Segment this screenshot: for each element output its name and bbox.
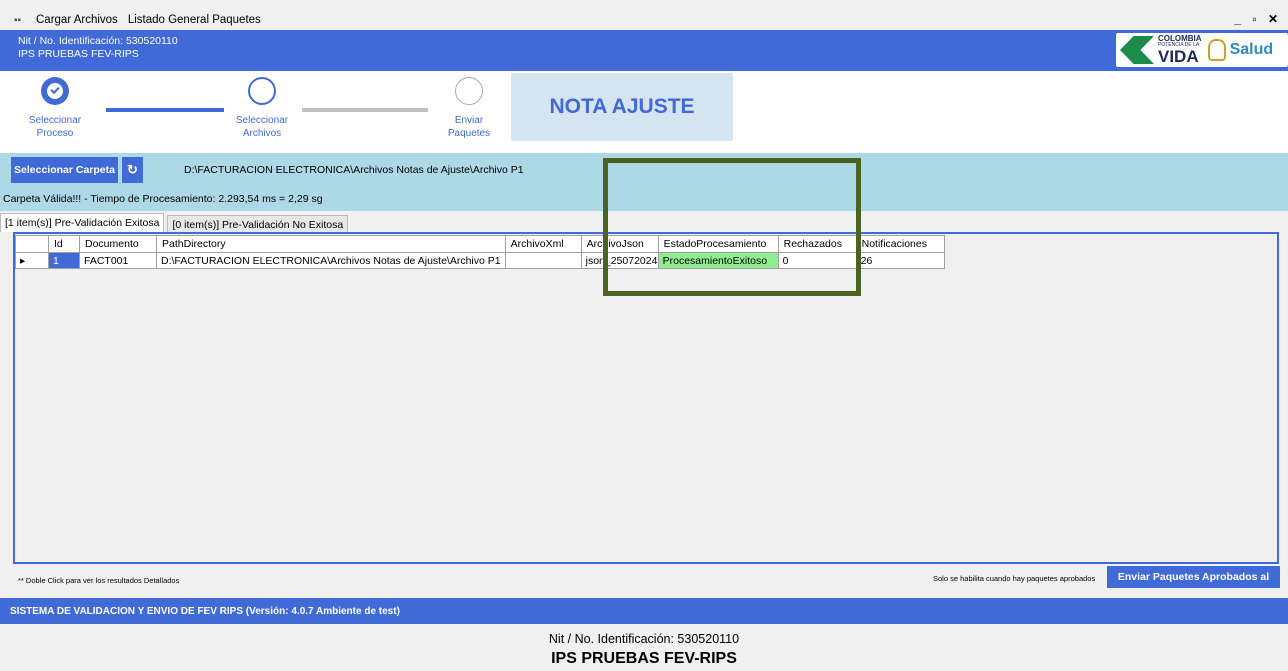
step-progress-bar-1 [106, 108, 224, 112]
cell-json[interactable]: json_25072024.json [580, 252, 659, 269]
cell-rechazados[interactable]: 0 [777, 252, 857, 269]
column-header-estado[interactable]: EstadoProcesamiento [657, 235, 779, 253]
folder-selection-panel: Seleccionar Carpeta ↻ D:\FACTURACION ELE… [0, 153, 1288, 211]
select-folder-button[interactable]: Seleccionar Carpeta [11, 157, 118, 183]
step-done-check-icon[interactable] [41, 77, 69, 105]
folder-status: Carpeta Válida!!! - Tiempo de Procesamie… [3, 193, 323, 205]
row-pointer-icon[interactable]: ▸ [15, 252, 49, 269]
double-click-hint: ** Doble Click para ver los resultados D… [18, 576, 180, 585]
grip-icon: ▪▪ [14, 14, 22, 26]
table-header-row: Id Documento PathDirectory ArchivoXml Ar… [15, 235, 945, 253]
wizard-steps: Seleccionar Proceso Seleccionar Archivos… [0, 71, 1288, 153]
colombia-potencia-vida-logo: COLOMBIA POTENCIA DE LA VIDA Salud [1116, 33, 1288, 67]
cell-xml[interactable] [504, 252, 582, 269]
logo-vida-text: VIDA [1158, 47, 1199, 66]
results-grid[interactable]: Id Documento PathDirectory ArchivoXml Ar… [13, 232, 1279, 564]
tab-prevalidacion-exitosa[interactable]: [1 item(s)] Pre-Validación Exitosa [0, 213, 165, 232]
step-label-seleccionar-proceso: Seleccionar Proceso [28, 115, 82, 139]
column-header-archivoxml[interactable]: ArchivoXml [504, 235, 582, 253]
step-label-enviar-paquetes: Enviar Paquetes [447, 115, 491, 139]
send-enabled-hint: Solo se habilita cuando hay paquetes apr… [933, 574, 1096, 583]
footer-nit-label: Nit / No. Identificación: 530520110 [548, 632, 740, 646]
step-progress-bar-2 [302, 108, 428, 112]
table-row[interactable]: ▸ 1 FACT001 D:\FACTURACION ELECTRONICA\A… [15, 252, 945, 269]
cell-path[interactable]: D:\FACTURACION ELECTRONICA\Archivos Nota… [156, 252, 506, 269]
refresh-icon[interactable]: ↻ [122, 157, 143, 183]
column-header-notificaciones[interactable]: Notificaciones [855, 235, 945, 253]
step-current-circle-icon[interactable] [248, 77, 276, 105]
menu-item-cargar-archivos[interactable]: Cargar Archivos [36, 14, 118, 26]
logo-salud-text: Salud [1229, 41, 1274, 58]
send-approved-packages-button[interactable]: Enviar Paquetes Aprobados al [1107, 566, 1280, 588]
chevron-logo-icon [1120, 36, 1154, 64]
row-header-corner [15, 235, 49, 253]
column-header-pathdirectory[interactable]: PathDirectory [156, 235, 506, 253]
result-tabs: [1 item(s)] Pre-Validación Exitosa [0 it… [0, 213, 349, 232]
tab-prevalidacion-no-exitosa[interactable]: [0 item(s)] Pre-Validación No Exitosa [167, 215, 349, 232]
cell-estado[interactable]: ProcesamientoExitoso [657, 252, 779, 269]
column-header-rechazados[interactable]: Rechazados [777, 235, 857, 253]
column-header-archivojson[interactable]: ArchivoJson [580, 235, 659, 253]
step-pending-circle-icon[interactable] [455, 77, 483, 105]
folder-path: D:\FACTURACION ELECTRONICA\Archivos Nota… [184, 164, 524, 176]
step-label-seleccionar-archivos: Seleccionar Archivos [235, 115, 289, 139]
coat-of-arms-icon [1207, 39, 1226, 61]
column-header-documento[interactable]: Documento [79, 235, 157, 253]
nota-ajuste-banner: NOTA AJUSTE [511, 73, 733, 141]
column-header-id[interactable]: Id [48, 235, 80, 253]
cell-documento[interactable]: FACT001 [79, 252, 157, 269]
nit-label: Nit / No. Identificación: 530520110 [18, 35, 178, 47]
system-version-bar: SISTEMA DE VALIDACION Y ENVIO DE FEV RIP… [0, 598, 1288, 624]
window-controls[interactable]: _ ▫ ✕ [1234, 12, 1282, 26]
results-table: Id Documento PathDirectory ArchivoXml Ar… [15, 235, 945, 269]
menu-item-listado-paquetes[interactable]: Listado General Paquetes [128, 14, 261, 26]
footer-ips-label: IPS PRUEBAS FEV-RIPS [551, 650, 737, 667]
ips-label: IPS PRUEBAS FEV-RIPS [18, 48, 139, 60]
cell-id[interactable]: 1 [48, 252, 80, 269]
menu-bar: ▪▪ Cargar Archivos Listado General Paque… [0, 10, 1288, 30]
header-bar: Nit / No. Identificación: 530520110 IPS … [0, 30, 1288, 71]
cell-notificaciones[interactable]: 26 [855, 252, 945, 269]
